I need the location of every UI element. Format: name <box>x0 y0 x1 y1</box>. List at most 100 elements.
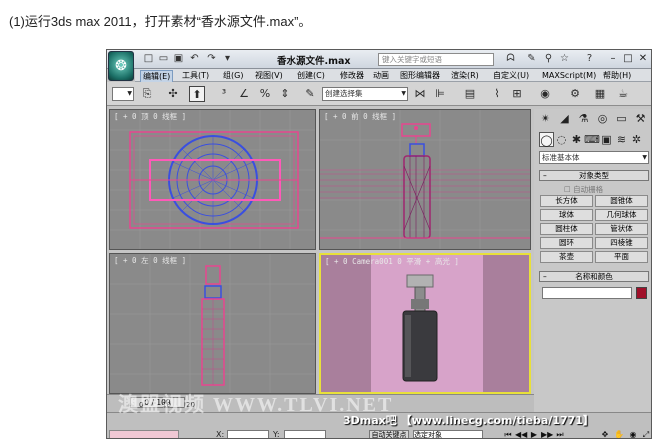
viewport-front[interactable]: [ + 0 前 0 线框 ] <box>319 109 531 250</box>
align-icon[interactable]: ⊫ <box>432 86 448 102</box>
menu-help[interactable]: 帮助(H) <box>601 70 633 81</box>
curve-editor-icon[interactable]: ⌇ <box>489 86 505 102</box>
box-button[interactable]: 长方体 <box>540 195 593 207</box>
cylinder-button[interactable]: 圆柱体 <box>540 223 593 235</box>
x-coordinate-field[interactable] <box>227 430 269 438</box>
utilities-tab-icon[interactable]: ⚒ <box>633 111 648 126</box>
viewport-left-label[interactable]: [ + 0 左 0 线框 ] <box>114 255 186 266</box>
communication-icon[interactable]: ✎ <box>525 53 538 65</box>
object-color-swatch[interactable] <box>636 287 647 299</box>
spacewarps-icon[interactable]: ≋ <box>614 132 629 147</box>
angle-snap-icon[interactable]: ∠ <box>236 86 252 102</box>
rendered-frame-icon[interactable]: ▦ <box>592 86 608 102</box>
bind-spacewarp-icon[interactable]: ✣ <box>165 86 181 102</box>
menu-rendering[interactable]: 渲染(R) <box>449 70 481 81</box>
motion-tab-icon[interactable]: ◎ <box>595 111 610 126</box>
select-link-icon[interactable]: ⎘ <box>139 86 155 102</box>
viewport-camera-label[interactable]: [ + 0 Camera001 0 平滑 + 高光 ] <box>325 256 459 267</box>
display-tab-icon[interactable]: ▭ <box>614 111 629 126</box>
cameras-icon[interactable]: ⌨ <box>584 132 600 147</box>
key-filter-dropdown[interactable]: 选定对象 <box>413 430 483 438</box>
material-editor-icon[interactable]: ◉ <box>537 86 553 102</box>
menu-tools[interactable]: 工具(T) <box>180 70 211 81</box>
object-type-rollout[interactable]: – 对象类型 <box>539 170 649 181</box>
schematic-view-icon[interactable]: ⊞ <box>509 86 525 102</box>
pan-icon[interactable]: ✋ <box>613 429 625 438</box>
layer-manager-icon[interactable]: ▤ <box>462 86 478 102</box>
go-to-end-icon[interactable]: ⏭ <box>554 429 566 438</box>
percent-snap-icon[interactable]: % <box>257 86 273 102</box>
viewport-left[interactable]: [ + 0 左 0 线框 ] <box>109 253 316 394</box>
hierarchy-tab-icon[interactable]: ⚗ <box>576 111 591 126</box>
play-icon[interactable]: ▶ <box>528 429 540 438</box>
menu-maxscript[interactable]: MAXScript(M) <box>540 70 598 81</box>
helpers-icon[interactable]: ▣ <box>599 132 614 147</box>
save-icon[interactable]: ▣ <box>172 53 185 65</box>
selection-filter-dropdown[interactable] <box>112 87 134 101</box>
menu-modifiers[interactable]: 修改器 <box>338 70 366 81</box>
viewport-top[interactable]: [ + 0 顶 0 线框 ] <box>109 109 316 250</box>
menu-animation[interactable]: 动画 <box>371 70 391 81</box>
select-object-icon[interactable]: ⬆ <box>189 86 205 102</box>
main-toolbar: ⎘ ✣ ⬆ ³ ∠ % ⇕ ✎ 创建选择集 ⋈ ⊫ ▤ ⌇ ⊞ ◉ ⚙ ▦ ☕ <box>107 82 651 106</box>
auto-key-button[interactable]: 自动关键点 <box>369 430 409 438</box>
maximize-viewport-icon[interactable]: ⤢ <box>640 429 651 438</box>
close-button[interactable]: ✕ <box>637 53 649 65</box>
mirror-icon[interactable]: ⋈ <box>412 86 428 102</box>
menu-views[interactable]: 视图(V) <box>253 70 285 81</box>
torus-button[interactable]: 圆环 <box>540 237 593 249</box>
geosphere-button[interactable]: 几何球体 <box>595 209 648 221</box>
quick-access-dropdown-icon[interactable]: ▾ <box>221 53 234 65</box>
spinner-snap-icon[interactable]: ⇕ <box>277 86 293 102</box>
open-file-icon[interactable]: ▭ <box>157 53 170 65</box>
next-frame-icon[interactable]: ▶▶ <box>541 429 553 438</box>
edit-named-selection-icon[interactable]: ✎ <box>302 86 318 102</box>
systems-icon[interactable]: ✲ <box>629 132 644 147</box>
undo-icon[interactable]: ↶ <box>188 53 201 65</box>
y-coordinate-field[interactable] <box>284 430 326 438</box>
geometry-category-dropdown[interactable]: 标准基本体 <box>539 151 649 164</box>
object-name-field[interactable] <box>542 287 632 299</box>
render-setup-icon[interactable]: ⚙ <box>567 86 583 102</box>
cone-button[interactable]: 圆锥体 <box>595 195 648 207</box>
key-icon[interactable]: ⚲ <box>542 53 555 65</box>
menu-create[interactable]: 创建(C) <box>295 70 327 81</box>
shapes-icon[interactable]: ◌ <box>554 132 569 147</box>
lights-icon[interactable]: ✱ <box>569 132 584 147</box>
snap-3-icon[interactable]: ³ <box>216 86 232 102</box>
app-logo-button[interactable]: ❂ <box>108 51 134 81</box>
named-selection-set-dropdown[interactable]: 创建选择集 <box>322 87 408 101</box>
viewport-front-label[interactable]: [ + 0 前 0 线框 ] <box>324 111 396 122</box>
search-input[interactable]: 键入关键字或短语 <box>378 53 494 66</box>
go-to-start-icon[interactable]: ⏮ <box>502 429 514 438</box>
sphere-button[interactable]: 球体 <box>540 209 593 221</box>
binoculars-icon[interactable]: ᗣ <box>504 53 517 65</box>
teapot-button[interactable]: 茶壶 <box>540 251 593 263</box>
tube-button[interactable]: 管状体 <box>595 223 648 235</box>
maximize-button[interactable]: □ <box>622 53 634 65</box>
favorites-star-icon[interactable]: ☆ <box>558 53 571 65</box>
maxscript-listener-box[interactable] <box>109 430 179 438</box>
render-teapot-icon[interactable]: ☕ <box>615 86 631 102</box>
auto-grid-label: 自动栅格 <box>573 185 604 194</box>
menu-group[interactable]: 组(G) <box>221 70 245 81</box>
menu-graph-editors[interactable]: 图形编辑器 <box>398 70 442 81</box>
minimize-button[interactable]: – <box>607 53 619 65</box>
plane-button[interactable]: 平面 <box>595 251 648 263</box>
geometry-icon[interactable]: ◯ <box>539 132 554 147</box>
redo-icon[interactable]: ↷ <box>205 53 218 65</box>
modify-tab-icon[interactable]: ◢ <box>557 111 572 126</box>
name-and-color-rollout[interactable]: – 名称和颜色 <box>539 271 649 282</box>
help-icon[interactable]: ? <box>583 53 596 65</box>
auto-grid-checkbox[interactable]: ☐ 自动栅格 <box>564 184 603 195</box>
prev-frame-icon[interactable]: ◀◀ <box>515 429 527 438</box>
pyramid-button[interactable]: 四棱锥 <box>595 237 648 249</box>
create-tab-icon[interactable]: ✴ <box>538 111 553 126</box>
menu-customize[interactable]: 自定义(U) <box>491 70 531 81</box>
viewport-top-label[interactable]: [ + 0 顶 0 线框 ] <box>114 111 186 122</box>
viewport-camera[interactable]: [ + 0 Camera001 0 平滑 + 高光 ] <box>319 253 531 394</box>
page: (1)运行3ds max 2011，打开素材“香水源文件.max”。 □ ▭ ▣… <box>0 0 657 439</box>
zoom-icon[interactable]: ◉ <box>627 429 639 438</box>
new-file-icon[interactable]: □ <box>142 53 155 65</box>
orbit-icon[interactable]: ✥ <box>599 429 611 438</box>
